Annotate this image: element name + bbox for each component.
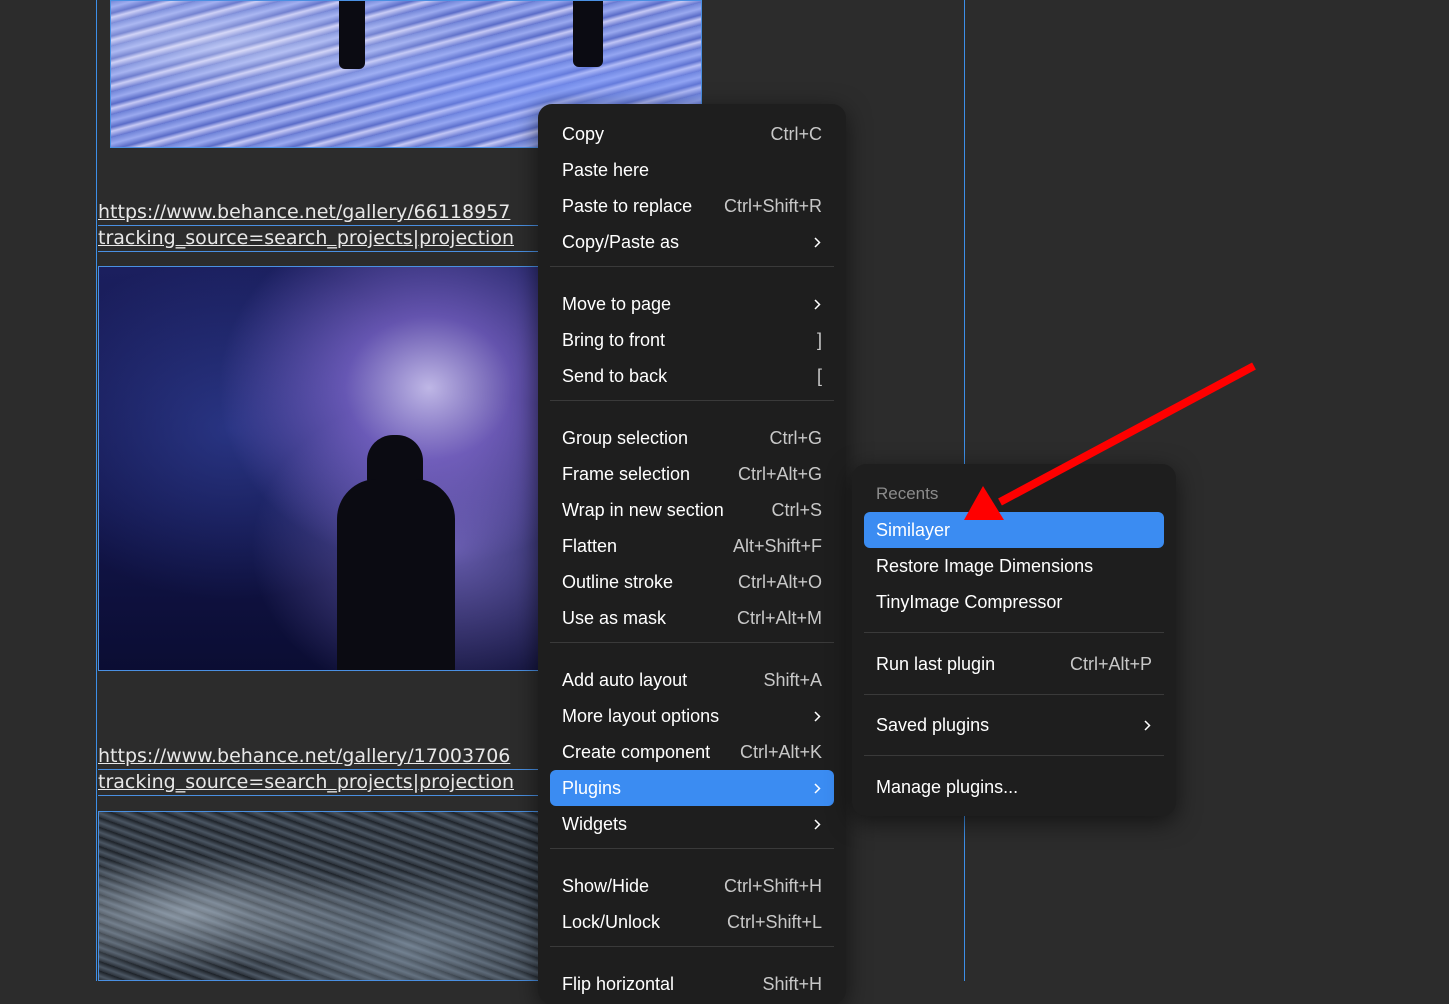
annotation-arrow-icon [964,362,1256,520]
